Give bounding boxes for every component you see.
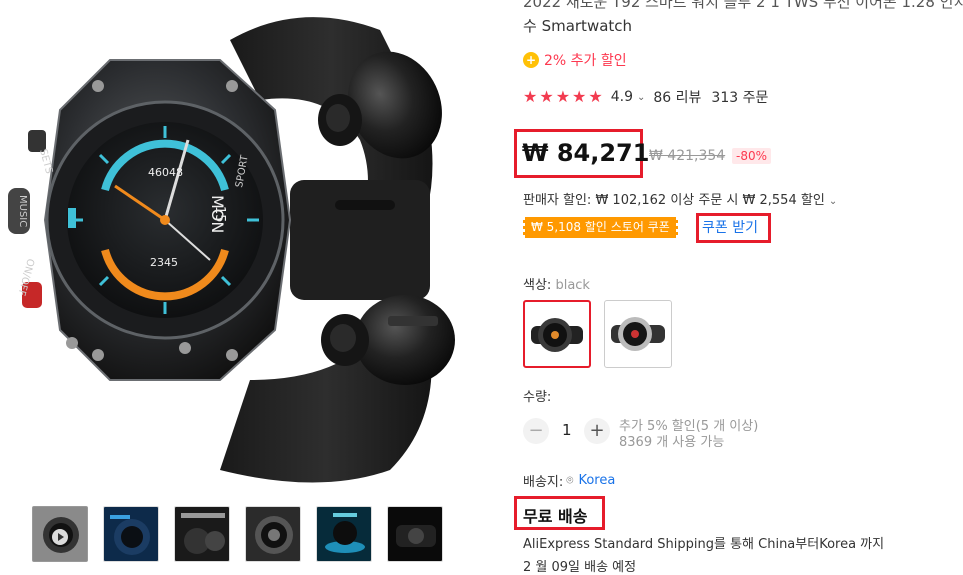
thumbnail-6[interactable] [387,506,443,562]
quantity-decrease-button[interactable]: − [523,418,549,444]
thumbnail-2[interactable] [103,506,159,562]
seller-discount[interactable]: 판매자 할인: ₩ 102,162 이상 주문 시 ₩ 2,554 할인 ⌄ [523,189,837,208]
color-swatch-black[interactable] [523,300,591,368]
free-shipping: 무료 배송 [523,507,588,526]
quantity-available: 8369 개 사용 가능 [619,435,725,450]
discount-badge: -80% [732,148,772,164]
color-swatch-silver[interactable] [604,300,672,368]
watch-date: 15 [212,206,227,223]
extra-discount[interactable]: + 2% 추가 할인 [523,50,627,70]
chevron-down-icon: ⌄ [828,196,838,207]
star-icon: ★ [523,87,538,106]
original-price: ₩ 421,354 [649,148,726,164]
rating-row: ★ ★ ★ ★ ★ 4.9 ⌄ 86 리뷰 313 주문 [523,87,768,107]
ship-to: 배송지: ⌾ Korea [523,471,615,490]
current-price: ₩ 84,271 [522,139,650,167]
get-coupon-link[interactable]: 쿠폰 받기 [702,217,758,237]
thumbnail-5[interactable] [316,506,372,562]
rating-score[interactable]: 4.9 [611,89,633,105]
quantity-label: 수량: [523,390,552,405]
color-label: 색상: black [523,274,590,293]
store-coupon-badge[interactable]: ₩ 5,108 할인 스토어 쿠폰 [521,217,680,238]
star-icon: ★ [588,87,603,106]
watch-calories: 2345 [150,256,178,269]
star-icon: ★ [555,87,571,106]
main-product-image[interactable]: 46048 2345 MON 15 SETS MUSIC ON/OFF SPOR… [0,0,480,495]
chevron-down-icon[interactable]: ⌄ [637,92,645,103]
star-icon: ★ [572,87,587,106]
color-value: black [555,278,590,293]
star-icon: ★ [539,87,554,106]
coin-icon: + [523,52,539,68]
ship-to-label: 배송지: [523,475,564,490]
thumbnail-3[interactable] [174,506,230,562]
ship-to-location[interactable]: Korea [578,473,615,488]
color-label-text: 색상: [523,278,552,293]
smartwatch-image: 46048 2345 MON 15 SETS MUSIC ON/OFF SPOR… [8,17,455,483]
thumbnail-1[interactable] [32,506,88,562]
watch-steps: 46048 [148,166,183,179]
extra-discount-text: 2% 추가 할인 [544,53,627,69]
review-count[interactable]: 86 리뷰 [653,87,701,107]
seller-discount-text: 판매자 할인: ₩ 102,162 이상 주문 시 ₩ 2,554 할인 [523,193,825,208]
product-title-line1: 2022 새로운 T92 스마트 워치 블루 2 1 TWS 무선 이어폰 1.… [523,0,963,11]
delivery-eta: 2 월 09일 배송 예정 [523,560,637,575]
thumbnail-4[interactable] [245,506,301,562]
product-title-line2: 수 Smartwatch [523,17,633,35]
bezel-label-music: MUSIC [17,195,28,227]
bezel-label-sets: SETS [37,148,54,175]
location-pin-icon: ⌾ [566,473,574,487]
thumbnail-strip [32,506,452,564]
shipping-method: AliExpress Standard Shipping를 통해 China부터… [523,537,885,552]
order-count: 313 주문 [711,90,769,106]
quantity-value[interactable]: 1 [562,421,572,439]
quantity-increase-button[interactable]: + [584,418,610,444]
